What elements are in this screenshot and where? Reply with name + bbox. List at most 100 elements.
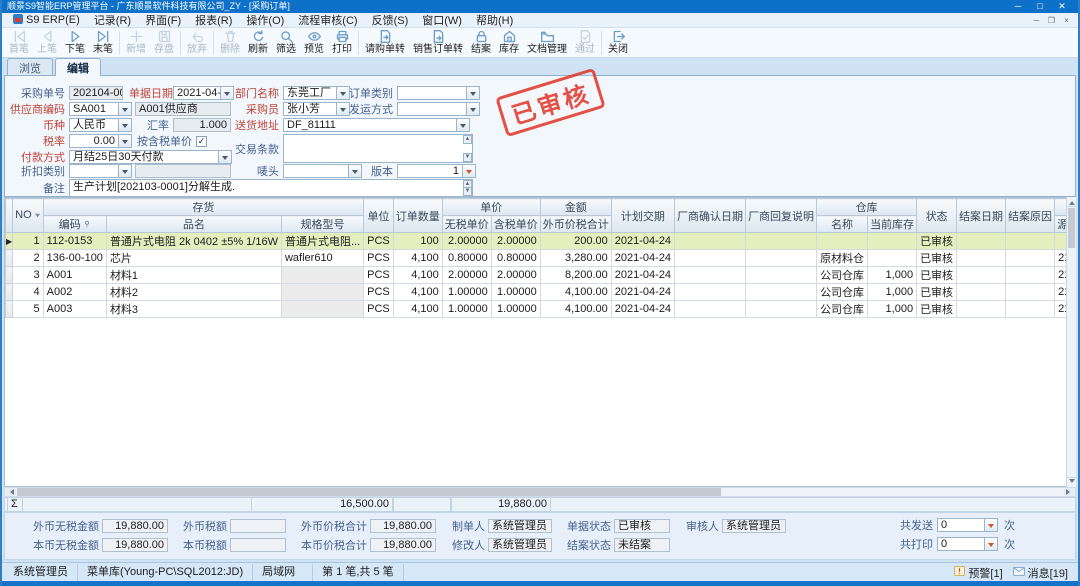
vertical-scrollbar[interactable] xyxy=(1066,197,1076,487)
cell-unit[interactable]: PCS xyxy=(364,284,394,301)
column-header-qty[interactable]: 订单数量 xyxy=(393,199,442,233)
cell-reply[interactable] xyxy=(746,250,817,267)
toolbar-docs-button[interactable]: 文档管理 xyxy=(523,28,571,58)
toolbar-filter-button[interactable]: 筛选 xyxy=(272,28,300,58)
cell-plan[interactable]: 2021-04-24 xyxy=(611,250,674,267)
cell-name[interactable]: 芯片 xyxy=(106,250,281,267)
cell-wh[interactable]: 公司仓库 xyxy=(817,284,868,301)
column-header-cdate[interactable]: 结案日期 xyxy=(957,199,1006,233)
tab-edit[interactable]: 编辑 xyxy=(55,58,101,76)
dropdown-button-delivery-address[interactable] xyxy=(457,118,470,132)
cell-conf[interactable] xyxy=(675,284,746,301)
cell-no[interactable]: 1 xyxy=(13,233,44,250)
cell-spec[interactable]: wafler610 xyxy=(281,250,363,267)
cell-creason[interactable] xyxy=(1006,284,1055,301)
cell-unit[interactable]: PCS xyxy=(364,250,394,267)
row-indicator[interactable] xyxy=(6,250,13,267)
horizontal-scroll-thumb[interactable] xyxy=(17,488,721,496)
cell-p1[interactable]: 0.80000 xyxy=(442,250,491,267)
cell-status[interactable]: 已审核 xyxy=(917,284,957,301)
toolbar-exit-button[interactable]: 关闭 xyxy=(604,28,632,58)
area-scroll-down-icon[interactable]: ▼ xyxy=(463,187,472,196)
trade-terms-textarea[interactable]: ▲▼ xyxy=(283,134,473,163)
cell-p2[interactable]: 2.00000 xyxy=(491,267,540,284)
cell-p1[interactable]: 1.00000 xyxy=(442,284,491,301)
cell-cdate[interactable] xyxy=(957,233,1006,250)
cell-conf[interactable] xyxy=(675,250,746,267)
cell-stock[interactable]: 1,000 xyxy=(868,301,917,318)
cell-cdate[interactable] xyxy=(957,250,1006,267)
cell-p2[interactable]: 1.00000 xyxy=(491,301,540,318)
counter-value[interactable]: 0 xyxy=(937,537,985,551)
area-scroll-up-icon[interactable]: ▲ xyxy=(463,135,472,144)
cell-no[interactable]: 3 xyxy=(13,267,44,284)
buyer-input[interactable]: 张小芳 xyxy=(283,102,337,116)
cell-qty[interactable]: 4,100 xyxy=(393,301,442,318)
cell-wh[interactable]: 公司仓库 xyxy=(817,301,868,318)
cell-reply[interactable] xyxy=(746,267,817,284)
cell-reply[interactable] xyxy=(746,284,817,301)
toolbar-print-button[interactable]: 打印 xyxy=(328,28,356,58)
cell-no[interactable]: 5 xyxy=(13,301,44,318)
cell-unit[interactable]: PCS xyxy=(364,301,394,318)
supplier-code-input[interactable]: SA001 xyxy=(69,102,119,116)
cell-p1[interactable]: 1.00000 xyxy=(442,301,491,318)
menu-item-6[interactable]: 窗口(W) xyxy=(415,12,469,28)
cell-amt[interactable]: 8,200.00 xyxy=(540,267,611,284)
dropdown-button-order-type[interactable] xyxy=(467,86,480,100)
remark-textarea[interactable]: 生产计划[202103-0001]分解生成.▲▼ xyxy=(69,179,473,197)
area-scroll-down-icon[interactable]: ▼ xyxy=(463,153,472,162)
cell-name[interactable]: 普通片式电阻 2k 0402 ±5% 1/16W xyxy=(106,233,281,250)
tab-browse[interactable]: 浏览 xyxy=(7,58,53,75)
pin-icon[interactable] xyxy=(83,219,91,231)
counter-spinner-button[interactable] xyxy=(985,518,998,532)
column-header-plan[interactable]: 计划交期 xyxy=(611,199,674,233)
cell-wh[interactable]: 原材料仓 xyxy=(817,250,868,267)
ship-method-input[interactable] xyxy=(397,102,467,116)
column-header-unit[interactable]: 单位 xyxy=(364,199,394,233)
column-header-spec[interactable]: 规格型号 xyxy=(281,216,363,233)
mdi-restore-icon[interactable]: ❐ xyxy=(1044,16,1059,25)
dropdown-button-ship-method[interactable] xyxy=(467,102,480,116)
counter-value[interactable]: 0 xyxy=(937,518,985,532)
toolbar-preview-button[interactable]: 预览 xyxy=(300,28,328,58)
cell-cdate[interactable] xyxy=(957,267,1006,284)
table-row[interactable]: ▶1112-0153普通片式电阻 2k 0402 ±5% 1/16W普通片式电阻… xyxy=(6,233,1077,250)
cell-spec[interactable] xyxy=(281,267,363,284)
cell-conf[interactable] xyxy=(675,301,746,318)
column-header-creason[interactable]: 结案原因 xyxy=(1006,199,1055,233)
table-row[interactable]: 2136-00-100芯片wafler610PCS4,1000.800000.8… xyxy=(6,250,1077,267)
discount-type-input[interactable] xyxy=(69,164,119,178)
toolbar-last-button[interactable]: 末笔 xyxy=(89,28,117,58)
cell-qty[interactable]: 4,100 xyxy=(393,284,442,301)
cell-name[interactable]: 材料3 xyxy=(106,301,281,318)
toolbar-close-case-button[interactable]: 结案 xyxy=(467,28,495,58)
row-indicator[interactable] xyxy=(6,267,13,284)
cell-qty[interactable]: 100 xyxy=(393,233,442,250)
cell-status[interactable]: 已审核 xyxy=(917,267,957,284)
toolbar-next-button[interactable]: 下笔 xyxy=(61,28,89,58)
dropdown-button-discount-type[interactable] xyxy=(119,164,132,178)
cell-amt[interactable]: 3,280.00 xyxy=(540,250,611,267)
currency-input[interactable]: 人民币 xyxy=(69,118,119,132)
status-message[interactable]: 消息[19] xyxy=(1013,565,1068,581)
horizontal-scrollbar[interactable] xyxy=(4,487,1076,497)
cell-reply[interactable] xyxy=(746,233,817,250)
cell-amt[interactable]: 4,100.00 xyxy=(540,284,611,301)
column-header-stock[interactable]: 当前库存 xyxy=(868,216,917,233)
menu-item-4[interactable]: 流程审核(C) xyxy=(291,12,364,28)
dropdown-button-payment-method[interactable] xyxy=(219,150,232,164)
menu-item-2[interactable]: 报表(R) xyxy=(188,12,239,28)
scroll-up-icon[interactable] xyxy=(1067,197,1076,207)
column-header-no[interactable]: NO xyxy=(13,199,44,233)
scroll-left-icon[interactable] xyxy=(5,488,16,496)
payment-method-input[interactable]: 月结25日30天付款 xyxy=(69,150,219,164)
shipping-mark-input[interactable] xyxy=(283,164,349,178)
cell-conf[interactable] xyxy=(675,267,746,284)
toolbar-transfer-sales-button[interactable]: 销售订单转 xyxy=(409,28,467,58)
cell-stock[interactable] xyxy=(868,250,917,267)
menu-item-5[interactable]: 反馈(S) xyxy=(365,12,416,28)
menu-app[interactable]: S9 ERP(E) xyxy=(6,14,87,27)
maximize-button[interactable] xyxy=(1029,0,1051,13)
dropdown-button-supplier-code[interactable] xyxy=(119,102,132,116)
